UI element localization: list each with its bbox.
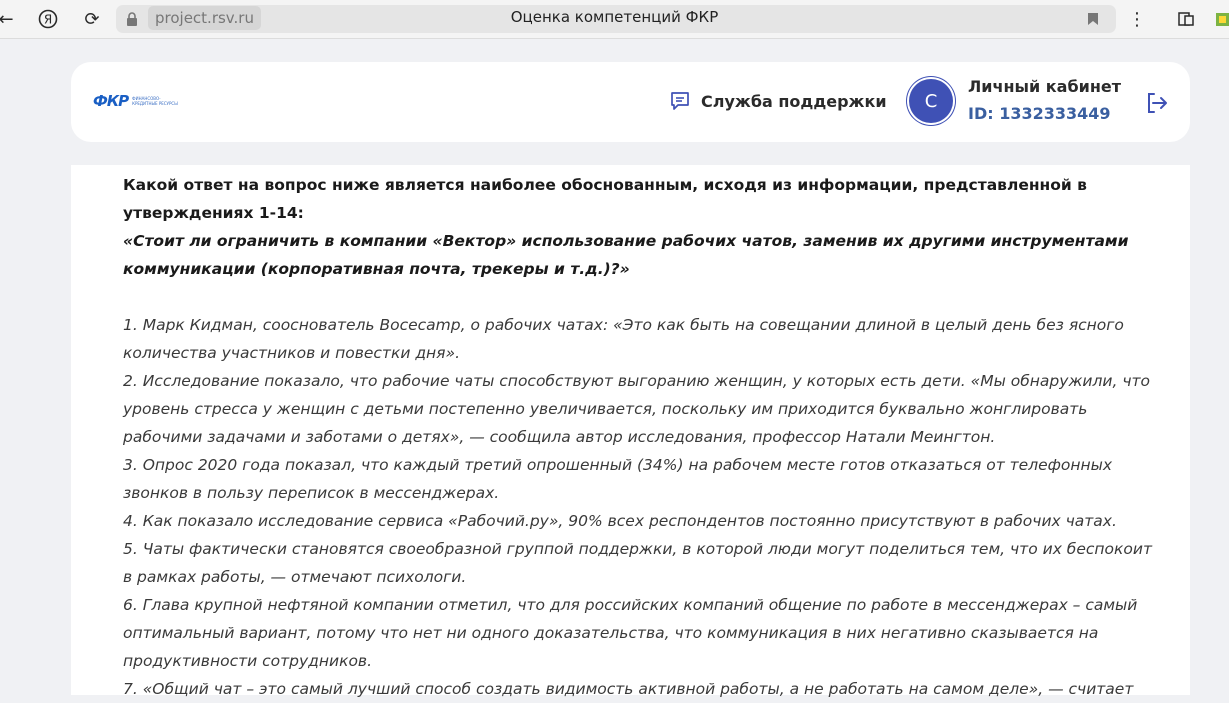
statement-item: 1. Марк Кидман, сооснователь Bocecamp, о… — [123, 316, 1124, 362]
question-block: Какой ответ на вопрос ниже является наиб… — [123, 171, 1143, 283]
support-label: Служба поддержки — [701, 91, 887, 111]
svg-text:Я: Я — [44, 13, 52, 27]
account-title[interactable]: Личный кабинет — [968, 77, 1121, 96]
statement-item: 7. «Общий чат – это самый лучший способ … — [123, 680, 1134, 698]
statement-item: 5. Чаты фактически становятся своеобразн… — [123, 540, 1152, 586]
yandex-icon[interactable]: Я — [36, 7, 60, 31]
fkr-logo[interactable]: ФКР ФИНАНСОВО-КРЕДИТНЫЕ РЕСУРСЫ — [93, 92, 178, 110]
logo-subtitle: ФИНАНСОВО-КРЕДИТНЫЕ РЕСУРСЫ — [132, 96, 178, 106]
question-quote: «Стоит ли ограничить в компании «Вектор»… — [123, 232, 1129, 278]
statements-list: 1. Марк Кидман, сооснователь Bocecamp, о… — [123, 311, 1153, 703]
statement-item: 2. Исследование показало, что рабочие ча… — [123, 372, 1150, 446]
lock-icon — [120, 7, 144, 31]
browser-toolbar: ← Я ⟳ project.rsv.ru Оценка компетенций … — [0, 0, 1229, 39]
extensions-icon[interactable] — [1174, 7, 1198, 31]
extension-app-icon[interactable] — [1214, 7, 1229, 31]
chat-icon — [671, 92, 689, 110]
address-bar[interactable] — [116, 5, 1116, 33]
statement-item: 6. Глава крупной нефтяной компании отмет… — [123, 596, 1138, 670]
url-text[interactable]: project.rsv.ru — [148, 6, 261, 30]
site-header: ФКР ФИНАНСОВО-КРЕДИТНЫЕ РЕСУРСЫ Служба п… — [71, 62, 1190, 142]
menu-dots-icon[interactable]: ⋮ — [1125, 7, 1149, 31]
logo-text: ФКР — [93, 92, 129, 110]
statement-item: 3. Опрос 2020 года показал, что каждый т… — [123, 456, 1113, 502]
bookmark-icon[interactable] — [1081, 7, 1105, 31]
question-heading: Какой ответ на вопрос ниже является наиб… — [123, 176, 1087, 222]
question-panel: Какой ответ на вопрос ниже является наиб… — [71, 165, 1190, 698]
back-arrow-icon[interactable]: ← — [0, 7, 18, 31]
reload-icon[interactable]: ⟳ — [80, 7, 104, 31]
statement-item: 4. Как показало исследование сервиса «Ра… — [123, 512, 1117, 530]
avatar[interactable]: С — [909, 79, 953, 123]
support-link[interactable]: Служба поддержки — [669, 90, 887, 112]
logout-icon[interactable] — [1144, 90, 1170, 116]
account-id: ID: 1332333449 — [968, 104, 1111, 123]
